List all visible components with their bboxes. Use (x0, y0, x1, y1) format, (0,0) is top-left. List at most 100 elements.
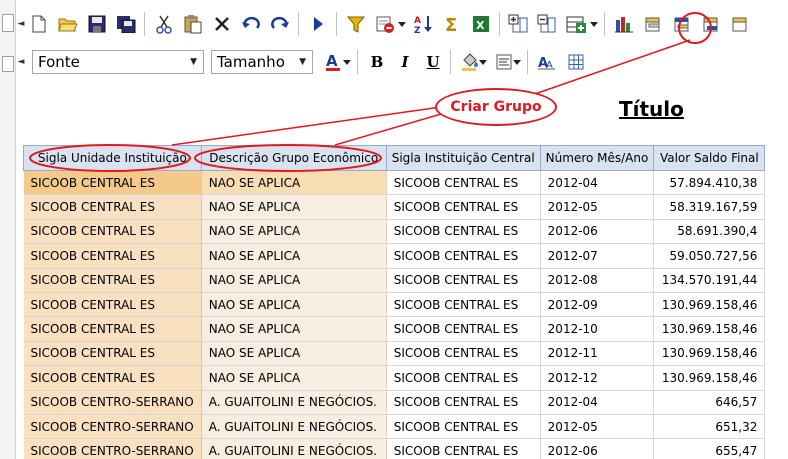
cell-mes-ano[interactable]: 2012-09 (540, 292, 655, 318)
cell-sigla-central[interactable]: SICOOB CENTRAL ES (386, 243, 541, 269)
cell-mes-ano[interactable]: 2012-05 (540, 414, 655, 440)
cell-mes-ano[interactable]: 2012-06 (540, 438, 655, 459)
cell-valor-saldo[interactable]: 57.894.410,38 (653, 170, 766, 196)
chevron-down-icon[interactable] (512, 49, 521, 75)
filter-icon[interactable] (343, 11, 368, 37)
cell-sigla-unidade[interactable]: SICOOB CENTRAL ES (23, 243, 202, 269)
cell-sigla-unidade[interactable]: SICOOB CENTRAL ES (23, 194, 202, 220)
toolbar-grip[interactable]: ◄ (16, 50, 26, 74)
cell-sigla-central[interactable]: SICOOB CENTRAL ES (386, 365, 541, 391)
cell-descricao-grupo[interactable]: NAO SE APLICA (201, 170, 387, 196)
cell-sigla-unidade[interactable]: SICOOB CENTRO-SERRANO (23, 414, 202, 440)
cell-descricao-grupo[interactable]: NAO SE APLICA (201, 219, 387, 245)
bold-button[interactable]: B (364, 49, 390, 75)
cell-descricao-grupo[interactable]: NAO SE APLICA (201, 292, 387, 318)
column-header-descricao-grupo[interactable]: Descrição Grupo Econômico (200, 145, 387, 171)
cell-mes-ano[interactable]: 2012-05 (540, 194, 655, 220)
cell-mes-ano[interactable]: 2012-04 (540, 390, 655, 415)
chart-icon[interactable] (611, 11, 636, 37)
new-document-icon[interactable] (26, 11, 51, 37)
edit-column-icon[interactable] (535, 11, 560, 37)
cell-descricao-grupo[interactable]: NAO SE APLICA (201, 365, 387, 391)
cell-sigla-central[interactable]: SICOOB CENTRAL ES (386, 268, 541, 293)
group-more-icon[interactable] (727, 11, 752, 37)
borders-icon[interactable] (563, 49, 588, 75)
toolbar-grip[interactable]: ◄ (16, 12, 26, 36)
cell-mes-ano[interactable]: 2012-08 (540, 268, 655, 293)
cell-valor-saldo[interactable]: 130.969.158,46 (653, 365, 766, 391)
save-icon[interactable] (84, 11, 109, 37)
cell-mes-ano[interactable]: 2012-07 (540, 243, 655, 269)
cell-sigla-unidade[interactable]: SICOOB CENTRAL ES (23, 316, 202, 342)
size-select[interactable]: Tamanho ▼ (211, 50, 313, 74)
table-row[interactable]: SICOOB CENTRAL ES NAO SE APLICA SICOOB CEN… (23, 243, 766, 269)
panel-tab[interactable] (2, 56, 14, 72)
chevron-down-icon[interactable] (342, 49, 351, 75)
panel-tab[interactable] (2, 14, 14, 32)
cell-sigla-unidade[interactable]: SICOOB CENTRO-SERRANO (23, 390, 202, 415)
cell-mes-ano[interactable]: 2012-11 (540, 341, 655, 367)
cell-valor-saldo[interactable]: 130.969.158,46 (653, 292, 766, 318)
table-row[interactable]: SICOOB CENTRAL ES NAO SE APLICA SICOOB CEN… (23, 219, 766, 245)
underline-button[interactable]: U (420, 49, 446, 75)
column-header-valor-saldo[interactable]: Valor Saldo Final (653, 145, 766, 171)
cell-descricao-grupo[interactable]: A. GUAITOLINI E NEGÓCIOS. (201, 414, 387, 440)
cell-sigla-central[interactable]: SICOOB CENTRAL ES (386, 292, 541, 318)
table-row[interactable]: SICOOB CENTRAL ES NAO SE APLICA SICOOB CEN… (23, 170, 766, 196)
cell-descricao-grupo[interactable]: NAO SE APLICA (201, 316, 387, 342)
cell-sigla-central[interactable]: SICOOB CENTRAL ES (386, 194, 541, 220)
table-row[interactable]: SICOOB CENTRAL ES NAO SE APLICA SICOOB CEN… (23, 365, 766, 391)
delete-icon[interactable] (209, 11, 234, 37)
cell-mes-ano[interactable]: 2012-04 (540, 170, 655, 196)
add-row-icon[interactable] (564, 11, 589, 37)
save-all-icon[interactable] (113, 11, 138, 37)
cell-valor-saldo[interactable]: 130.969.158,46 (653, 341, 766, 367)
cell-descricao-grupo[interactable]: NAO SE APLICA (201, 194, 387, 220)
create-group-icon[interactable] (640, 11, 665, 37)
table-row[interactable]: SICOOB CENTRAL ES NAO SE APLICA SICOOB CEN… (23, 268, 766, 293)
redo-icon[interactable] (267, 11, 292, 37)
cell-descricao-grupo[interactable]: NAO SE APLICA (201, 243, 387, 269)
cell-sigla-central[interactable]: SICOOB CENTRAL ES (386, 438, 541, 459)
italic-button[interactable]: I (392, 49, 418, 75)
cell-descricao-grupo[interactable]: A. GUAITOLINI E NEGÓCIOS. (201, 438, 387, 459)
cell-valor-saldo[interactable]: 655,47 (653, 438, 766, 459)
cell-sigla-central[interactable]: SICOOB CENTRAL ES (386, 390, 541, 415)
column-header-sigla-unidade[interactable]: Sigla Unidade Instituição (23, 145, 202, 171)
cell-valor-saldo[interactable]: 58.691.390,4 (653, 219, 766, 245)
cell-sigla-unidade[interactable]: SICOOB CENTRAL ES (23, 170, 202, 196)
cell-sigla-central[interactable]: SICOOB CENTRAL ES (386, 414, 541, 440)
table-row[interactable]: SICOOB CENTRAL ES NAO SE APLICA SICOOB CEN… (23, 341, 766, 367)
sort-az-icon[interactable]: AZ (410, 11, 435, 37)
paste-icon[interactable] (180, 11, 205, 37)
cell-valor-saldo[interactable]: 134.570.191,44 (653, 268, 766, 293)
cell-valor-saldo[interactable]: 58.319.167,59 (653, 194, 766, 220)
font-select[interactable]: Fonte ▼ (32, 50, 204, 74)
sum-icon[interactable]: Σ (439, 11, 464, 37)
cell-sigla-central[interactable]: SICOOB CENTRAL ES (386, 170, 541, 196)
table-row[interactable]: SICOOB CENTRO-SERRANO A. GUAITOLINI E NEG… (23, 390, 766, 415)
cell-sigla-unidade[interactable]: SICOOB CENTRAL ES (23, 268, 202, 293)
add-column-icon[interactable] (506, 11, 531, 37)
clear-filter-icon[interactable] (372, 11, 397, 37)
cell-descricao-grupo[interactable]: A. GUAITOLINI E NEGÓCIOS. (201, 390, 387, 415)
undo-icon[interactable] (238, 11, 263, 37)
chevron-down-icon[interactable] (397, 11, 406, 37)
cell-mes-ano[interactable]: 2012-10 (540, 316, 655, 342)
table-row[interactable]: SICOOB CENTRO-SERRANO A. GUAITOLINI E NEG… (23, 414, 766, 440)
cell-valor-saldo[interactable]: 59.050.727,56 (653, 243, 766, 269)
cell-sigla-unidade[interactable]: SICOOB CENTRAL ES (23, 341, 202, 367)
export-excel-icon[interactable]: X (468, 11, 493, 37)
cell-sigla-central[interactable]: SICOOB CENTRAL ES (386, 316, 541, 342)
cell-descricao-grupo[interactable]: NAO SE APLICA (201, 268, 387, 293)
table-row[interactable]: SICOOB CENTRO-SERRANO A. GUAITOLINI E NEG… (23, 438, 766, 459)
group-footer-icon[interactable] (698, 11, 723, 37)
text-style-icon[interactable]: AA (534, 49, 559, 75)
cut-icon[interactable] (151, 11, 176, 37)
cell-sigla-unidade[interactable]: SICOOB CENTRO-SERRANO (23, 438, 202, 459)
column-header-mes-ano[interactable]: Número Mês/Ano (539, 145, 655, 171)
cell-valor-saldo[interactable]: 646,57 (653, 390, 766, 415)
cell-sigla-unidade[interactable]: SICOOB CENTRAL ES (23, 292, 202, 318)
cell-sigla-central[interactable]: SICOOB CENTRAL ES (386, 341, 541, 367)
cell-sigla-unidade[interactable]: SICOOB CENTRAL ES (23, 365, 202, 391)
